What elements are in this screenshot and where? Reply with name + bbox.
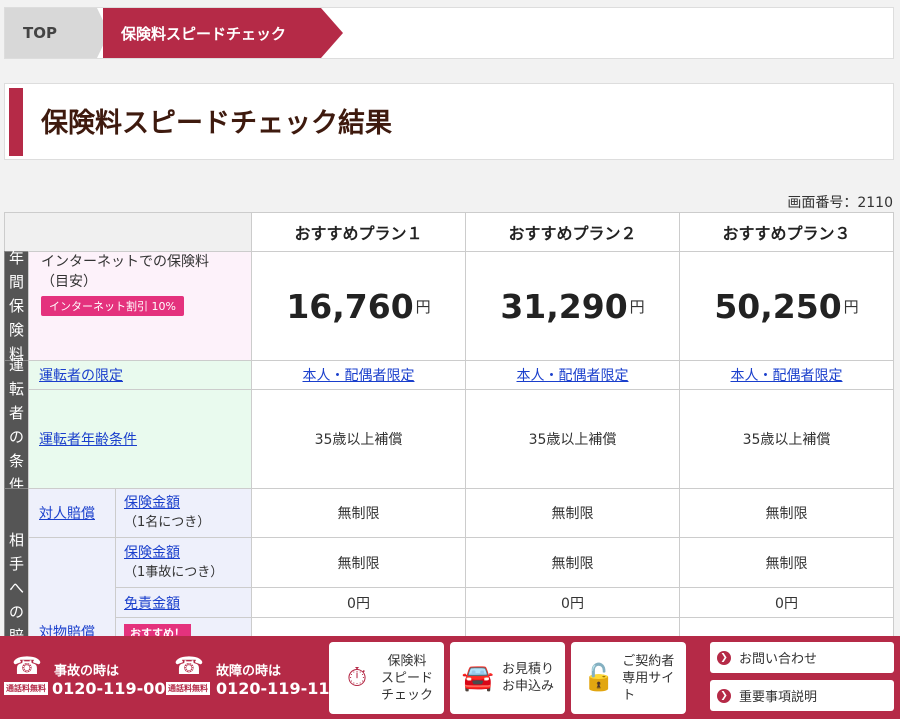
chevron-right-icon: ❯	[717, 650, 731, 665]
important-matters-button[interactable]: ❯ 重要事項説明	[710, 680, 894, 711]
plan-2-driver-limit-cell: 本人・配偶者限定	[465, 360, 680, 390]
breakdown-label: 故障の時は	[216, 664, 282, 679]
yen-unit: 円	[843, 297, 859, 316]
liability-group-label: 相手への賠	[4, 488, 29, 637]
plan-3-header: おすすめプラン３	[679, 212, 894, 252]
plan-3-age-cell: 35歳以上補償	[679, 389, 894, 489]
plan-1-deductible-cell: 0円	[251, 587, 466, 618]
plan-1-property-liab-cell: 無制限	[251, 537, 466, 588]
plan-2-driver-limit-link[interactable]: 本人・配偶者限定	[517, 365, 629, 385]
yen-unit: 円	[415, 297, 431, 316]
member-site-button[interactable]: 🔓 ご契約者 専用サイト	[571, 642, 686, 714]
screen-number: 画面番号：2110	[787, 195, 893, 211]
person-amount-label-cell: 保険金額 （1名につき）	[115, 488, 252, 538]
speed-check-line1: 保険料	[387, 653, 427, 669]
plan-3-price-cell: 50,250 円	[679, 251, 894, 361]
phone-icon: ☎	[174, 652, 204, 680]
plan-2-header: おすすめプラン２	[465, 212, 680, 252]
driver-limit-label-cell: 運転者の限定	[28, 360, 252, 390]
breadcrumb: TOP 保険料スピードチェック	[4, 7, 894, 59]
plan-3-property-liab-cell: 無制限	[679, 537, 894, 588]
plan-2-extra-cell	[465, 617, 680, 637]
person-liability-link[interactable]: 対人賠償	[39, 503, 95, 523]
accident-label: 事故の時は	[54, 664, 120, 679]
contact-label: お問い合わせ	[739, 652, 818, 667]
per-person-note: （1名につき）	[124, 515, 211, 530]
chevron-right-icon: ❯	[717, 688, 731, 703]
accident-phone-number[interactable]: 0120-119-007	[52, 679, 177, 698]
breakdown-phone-number[interactable]: 0120-119-117	[216, 679, 341, 698]
plan-1-driver-limit-link[interactable]: 本人・配偶者限定	[303, 365, 415, 385]
table-corner	[4, 212, 252, 252]
internet-premium-sub: （目安）	[41, 274, 97, 290]
plan-1-price-cell: 16,760 円	[251, 251, 466, 361]
estimate-line1: お見積り	[502, 662, 555, 677]
plan-1-person-liab-cell: 無制限	[251, 488, 466, 538]
plan-3-deductible-cell: 0円	[679, 587, 894, 618]
plan-3-person-liab-cell: 無制限	[679, 488, 894, 538]
plan-1-driver-limit-cell: 本人・配偶者限定	[251, 360, 466, 390]
internet-premium-label-cell: インターネットでの保険料 （目安） インターネット割引 10%	[28, 251, 252, 361]
free-call-badge: 通話料無料	[166, 682, 210, 695]
phone-icon: ☎	[12, 652, 42, 680]
deductible-label-cell: 免責金額	[115, 587, 252, 618]
property-amount-label-cell: 保険金額 （1事故につき）	[115, 537, 252, 588]
page-title: 保険料スピードチェック結果	[41, 108, 392, 139]
recommend-label-cell: おすすめ！	[115, 617, 252, 637]
driver-conditions-group-label: 運転者の条件	[4, 356, 29, 494]
speed-check-line2: スピード	[381, 670, 434, 686]
contact-button[interactable]: ❯ お問い合わせ	[710, 642, 894, 673]
car-icon: 🚘	[461, 663, 495, 693]
stopwatch-icon: ⏱	[346, 662, 368, 693]
person-liability-label-cell: 対人賠償	[28, 488, 116, 538]
plan-3-driver-limit-link[interactable]: 本人・配偶者限定	[731, 365, 843, 385]
plan-1-price: 16,760	[286, 286, 414, 326]
plan-2-price: 31,290	[500, 286, 628, 326]
important-matters-label: 重要事項説明	[739, 690, 818, 705]
internet-premium-label: インターネットでの保険料	[41, 254, 209, 270]
plan-2-person-liab-cell: 無制限	[465, 488, 680, 538]
lock-icon: 🔓	[582, 663, 615, 693]
plan-2-price-cell: 31,290 円	[465, 251, 680, 361]
age-condition-label-cell: 運転者年齢条件	[28, 389, 252, 489]
deductible-link[interactable]: 免責金額	[124, 593, 180, 613]
internet-discount-badge: インターネット割引 10%	[41, 296, 184, 316]
breadcrumb-current-arrow	[321, 8, 343, 58]
plan-1-extra-cell	[251, 617, 466, 637]
estimate-line2: お申込み	[502, 679, 555, 694]
plan-2-property-liab-cell: 無制限	[465, 537, 680, 588]
plan-3-driver-limit-cell: 本人・配偶者限定	[679, 360, 894, 390]
breadcrumb-top-link[interactable]: TOP	[5, 8, 97, 58]
property-amount-link[interactable]: 保険金額	[124, 544, 180, 563]
person-amount-link[interactable]: 保険金額	[124, 494, 180, 513]
plan-1-age-cell: 35歳以上補償	[251, 389, 466, 489]
title-accent-bar	[9, 88, 23, 156]
breadcrumb-current: 保険料スピードチェック	[103, 8, 321, 58]
age-condition-link[interactable]: 運転者年齢条件	[39, 429, 137, 449]
member-line1: ご契約者	[622, 653, 675, 669]
footer-bar: ☎ 事故の時は 通話料無料 0120-119-007 ☎ 故障の時は 通話料無料…	[0, 636, 900, 719]
yen-unit: 円	[629, 297, 645, 316]
speed-check-line3: チェック	[381, 687, 434, 703]
per-accident-note: （1事故につき）	[124, 564, 224, 580]
annual-premium-group-label: 年間保険料	[4, 249, 29, 363]
plan-1-header: おすすめプラン１	[251, 212, 466, 252]
driver-limit-link[interactable]: 運転者の限定	[39, 365, 123, 385]
page-title-box: 保険料スピードチェック結果	[4, 83, 894, 160]
plan-comparison-table: おすすめプラン１ おすすめプラン２ おすすめプラン３ 年間保険料 インターネット…	[4, 212, 894, 637]
plan-3-price: 50,250	[714, 286, 842, 326]
property-liability-link[interactable]: 対物賠償	[39, 622, 95, 637]
member-line2: 専用サイト	[622, 670, 675, 703]
property-liability-label-cell: 対物賠償	[28, 537, 116, 637]
plan-2-age-cell: 35歳以上補償	[465, 389, 680, 489]
speed-check-button[interactable]: ⏱ 保険料 スピード チェック	[329, 642, 444, 714]
plan-3-extra-cell	[679, 617, 894, 637]
free-call-badge: 通話料無料	[4, 682, 48, 695]
estimate-button[interactable]: 🚘 お見積り お申込み	[450, 642, 565, 714]
plan-2-deductible-cell: 0円	[465, 587, 680, 618]
